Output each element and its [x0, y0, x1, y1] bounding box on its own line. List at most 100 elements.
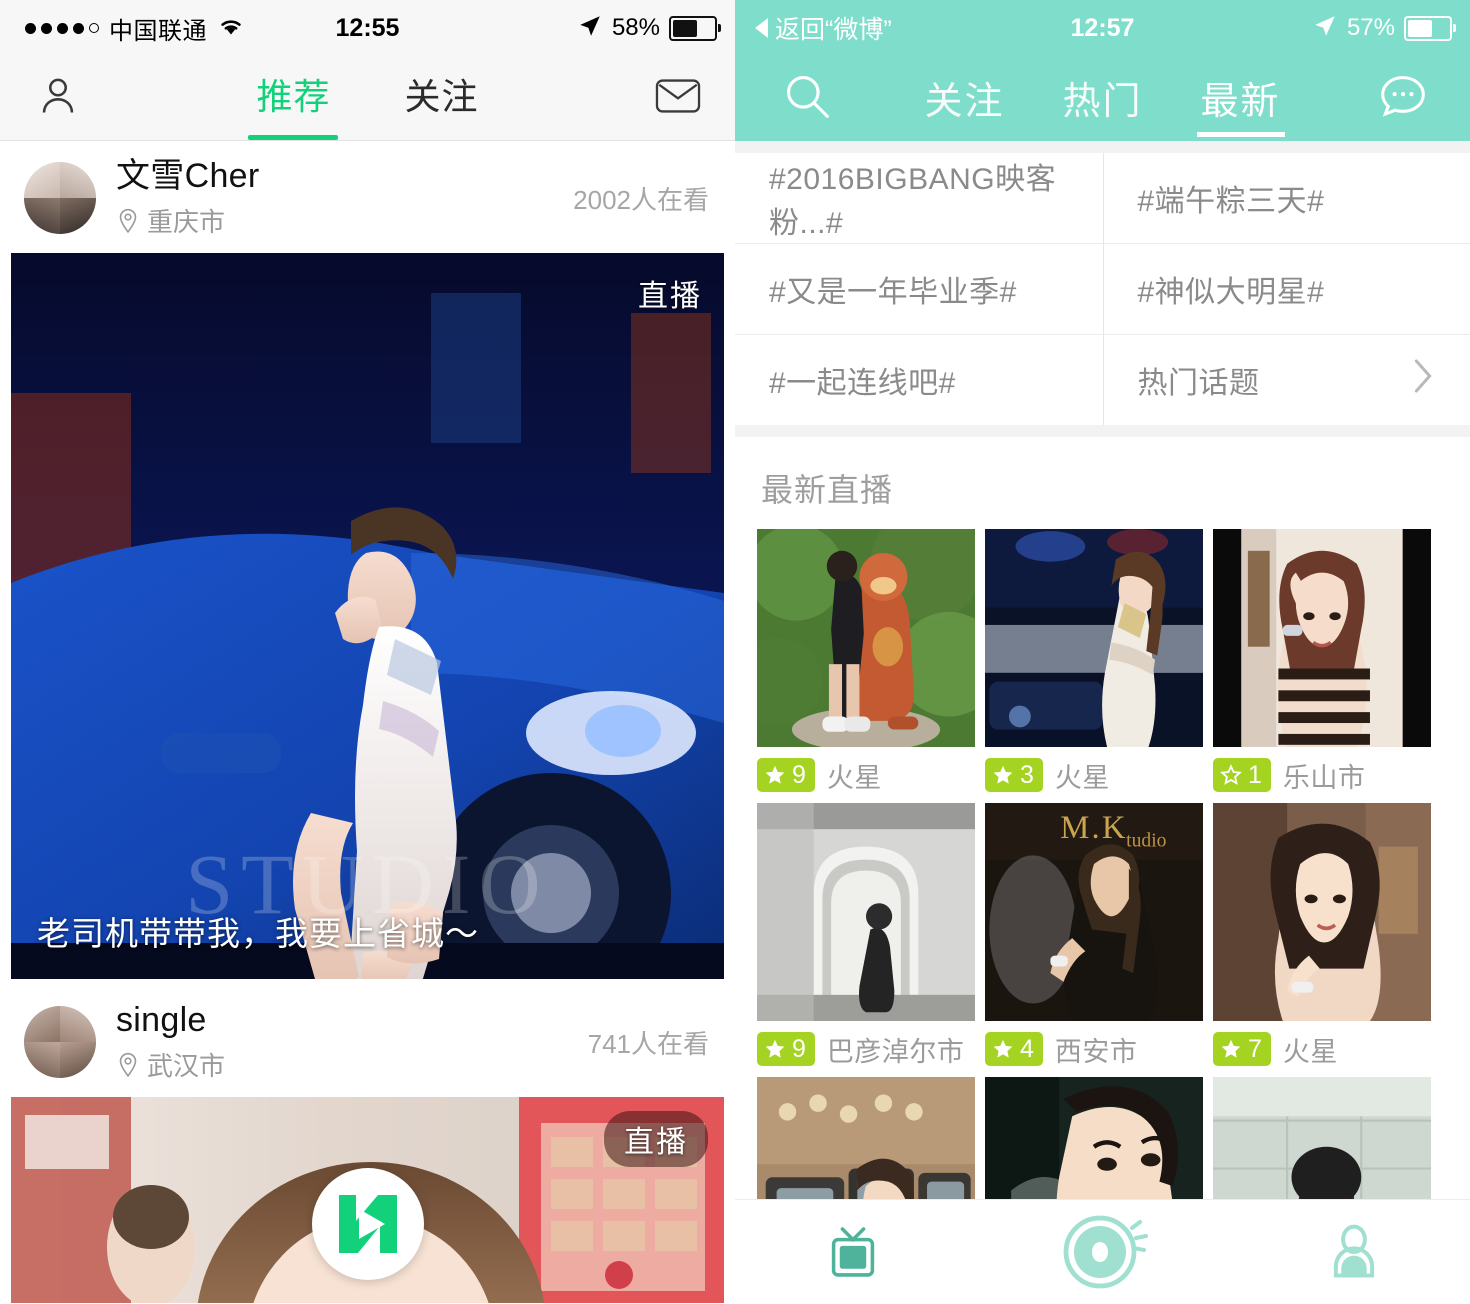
star-icon	[993, 765, 1013, 784]
star-icon	[993, 1039, 1013, 1058]
card-location: 火星	[826, 762, 882, 793]
grid-row: 9 火星 3 火星 1 乐山市	[735, 529, 1470, 803]
location-arrow-icon	[1312, 13, 1338, 44]
star-outline-icon	[1220, 764, 1242, 785]
topic-item[interactable]: #端午粽三天#	[1102, 153, 1470, 243]
right-tab-group: 关注 热门 最新	[735, 56, 1470, 141]
live-card[interactable]: 9 火星	[757, 529, 975, 803]
card-location: 火星	[1054, 762, 1110, 793]
card-meta: 4 西安市	[985, 1021, 1203, 1077]
tv-icon[interactable]	[823, 1222, 883, 1282]
topic-item[interactable]: #神似大明星#	[1102, 243, 1470, 334]
right-status-right: 57%	[1312, 13, 1456, 44]
location-pin-icon	[116, 1052, 140, 1078]
location-text: 武汉市	[147, 1051, 226, 1082]
battery-percent: 58%	[611, 14, 660, 41]
card-location: 西安市	[1054, 1036, 1138, 1067]
svg-text:tudio: tudio	[1126, 831, 1167, 852]
status-badge: 9	[757, 1032, 815, 1066]
badge-count: 9	[792, 1034, 806, 1063]
location-text: 重庆市	[147, 207, 226, 238]
left-phone-screen: 中国联通 12:55 58% 推荐 关注 文雪Cher 重庆市 2002人在看 …	[0, 0, 735, 1304]
section-title: 最新直播	[735, 437, 1470, 529]
left-tab-group: 推荐 关注	[0, 56, 735, 140]
right-header: 返回“微博” 12:57 57% 关注 热门 最新	[735, 0, 1470, 141]
card-meta: 9 火星	[757, 747, 975, 803]
user-meta: single 武汉市	[116, 1001, 588, 1083]
right-status-bar: 返回“微博” 12:57 57%	[735, 0, 1470, 56]
live-thumbnail: STUDIO	[11, 253, 724, 980]
tab-latest[interactable]: 最新	[1201, 70, 1281, 141]
envelope-icon[interactable]	[655, 76, 701, 121]
user-name: 文雪Cher	[116, 157, 260, 195]
user-meta: 文雪Cher 重庆市	[116, 157, 573, 239]
live-badge: 直播	[638, 280, 702, 314]
star-icon	[765, 765, 785, 784]
badge-count: 3	[1020, 760, 1034, 789]
battery-percent: 57%	[1346, 14, 1395, 41]
record-icon[interactable]	[1058, 1206, 1150, 1298]
card-meta: 7 火星	[1213, 1021, 1431, 1077]
thumbnail-model-beside-car[interactable]	[985, 529, 1203, 747]
live-card-grid: 9 火星 3 火星 1 乐山市 9 巴彦淖尔市 M.K tudio 4 西安市 …	[735, 529, 1470, 1295]
avatar[interactable]	[24, 162, 96, 235]
tab-following[interactable]: 关注	[924, 70, 1004, 141]
live-card[interactable]: 9 巴彦淖尔市	[757, 803, 975, 1077]
live-card[interactable]: 1 乐山市	[1213, 529, 1431, 803]
star-icon	[765, 1039, 785, 1058]
bottom-tab-bar	[735, 1199, 1470, 1304]
live-card[interactable]: M.K tudio 4 西安市	[985, 803, 1203, 1077]
topic-item-hot-topics[interactable]: 热门话题	[1102, 334, 1470, 425]
feed-user-header[interactable]: single 武汉市 741人在看	[0, 979, 735, 1098]
viewer-count: 2002人在看	[573, 184, 709, 215]
star-icon	[1221, 1039, 1241, 1058]
grid-row: 9 巴彦淖尔市 M.K tudio 4 西安市 7 火星	[735, 803, 1470, 1077]
live-card[interactable]: STUDIO 直播 老司机带带我，我要上省城～	[11, 253, 724, 980]
dual-screenshot-container: 中国联通 12:55 58% 推荐 关注 文雪Cher 重庆市 2002人在看 …	[0, 0, 1470, 1304]
badge-count: 4	[1020, 1034, 1034, 1063]
tab-hot[interactable]: 热门	[1062, 70, 1142, 141]
live-card[interactable]: 7 火星	[1213, 803, 1431, 1077]
user-location: 重庆市	[116, 202, 573, 239]
thumbnail-girl-peace-sign-stripes[interactable]	[1213, 529, 1431, 747]
card-meta: 1 乐山市	[1213, 747, 1431, 803]
right-nav-bar: 关注 热门 最新	[735, 56, 1470, 141]
thumbnail-woman-indoor-portrait[interactable]	[1213, 803, 1431, 1021]
battery-icon	[1404, 15, 1456, 41]
topic-item[interactable]: #2016BIGBANG映客粉...#	[735, 153, 1103, 243]
chevron-right-icon	[1410, 356, 1436, 404]
person-icon[interactable]	[1325, 1223, 1383, 1281]
tab-following[interactable]: 关注	[405, 68, 479, 140]
right-phone-screen: 返回“微博” 12:57 57% 关注 热门 最新 #2016BIGBANG映客…	[735, 0, 1470, 1304]
location-pin-icon	[116, 208, 140, 234]
topic-item[interactable]: #又是一年毕业季#	[735, 243, 1103, 334]
left-nav-bar: 推荐 关注	[0, 56, 735, 141]
card-meta: 3 火星	[985, 747, 1203, 803]
right-content: #2016BIGBANG映客粉...# #端午粽三天# #又是一年毕业季# #神…	[735, 141, 1470, 1304]
card-location: 乐山市	[1282, 762, 1366, 793]
status-badge: 9	[757, 758, 815, 792]
live-badge: 直播	[604, 1111, 708, 1168]
avatar[interactable]	[24, 1006, 96, 1079]
card-location: 火星	[1282, 1036, 1338, 1067]
live-caption: 老司机带带我，我要上省城～	[37, 915, 479, 953]
thumbnail-woman-mk-studio[interactable]: M.K tudio	[985, 803, 1203, 1021]
user-location: 武汉市	[116, 1046, 588, 1083]
status-badge: 3	[985, 758, 1043, 792]
chat-bubble-icon[interactable]	[1378, 73, 1428, 124]
badge-count: 1	[1248, 760, 1262, 789]
live-card[interactable]: 3 火星	[985, 529, 1203, 803]
thumbnail-archway-silhouette-bw[interactable]	[757, 803, 975, 1021]
thumbnail-girl-with-bear-statue[interactable]	[757, 529, 975, 747]
now-logo-button[interactable]	[311, 1168, 424, 1280]
card-location: 巴彦淖尔市	[826, 1036, 965, 1067]
battery-icon	[669, 15, 721, 41]
tab-recommend[interactable]: 推荐	[256, 68, 330, 140]
status-badge: 1	[1213, 758, 1271, 792]
user-name: single	[116, 1001, 207, 1040]
status-badge: 7	[1213, 1032, 1271, 1066]
feed-user-header[interactable]: 文雪Cher 重庆市 2002人在看	[0, 141, 735, 254]
topic-label: 热门话题	[1137, 367, 1260, 400]
status-badge: 4	[985, 1032, 1043, 1066]
topic-item[interactable]: #一起连线吧#	[735, 334, 1103, 425]
